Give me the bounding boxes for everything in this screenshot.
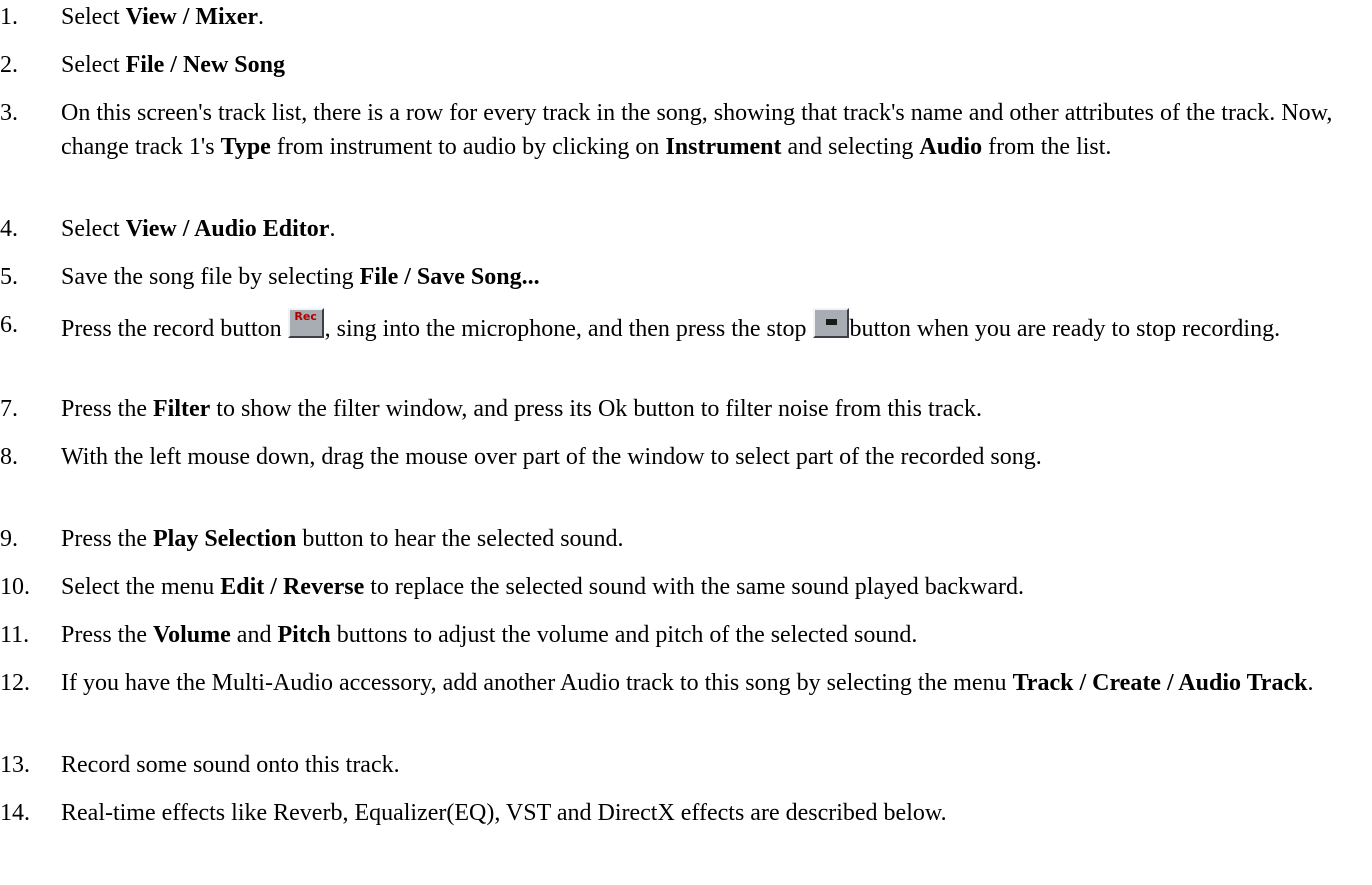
step-text-segment: buttons to adjust the volume and pitch o… [330, 622, 918, 648]
step-text-segment: Press the [61, 396, 153, 422]
step-text-segment: Select [61, 4, 126, 30]
bold-term: Edit / Reverse [220, 574, 365, 600]
step-text-segment: With the left mouse down, drag the mouse… [61, 444, 1042, 470]
bold-term: Instrument [665, 134, 782, 160]
bold-term: File / Save Song... [359, 264, 540, 290]
step-text: Select View / Mixer. [61, 0, 1366, 34]
step-text: Select the menu Edit / Reverse to replac… [61, 570, 1366, 604]
step-text-segment: to show the filter window, and press its… [210, 396, 982, 422]
step-text: Select View / Audio Editor. [61, 212, 1366, 246]
step-text-segment: and selecting [781, 134, 920, 160]
step-number: 7. [0, 396, 18, 422]
step-text-segment: . [1307, 670, 1314, 696]
step-text-segment: Real-time effects like Reverb, Equalizer… [61, 800, 947, 826]
step-text-segment: Record some sound onto this track. [61, 752, 400, 778]
step-text-segment: . [329, 216, 336, 242]
step-number: 4. [0, 216, 18, 242]
step-text: If you have the Multi-Audio accessory, a… [61, 666, 1366, 700]
record-button-icon: Rec [287, 308, 324, 338]
step-number: 8. [0, 444, 18, 470]
step-number: 9. [0, 526, 18, 552]
bold-term: File / New Song [125, 52, 285, 78]
bold-term: Play Selection [153, 526, 297, 552]
step-number: 14. [0, 800, 30, 826]
bold-term: Pitch [277, 622, 331, 648]
step-number: 5. [0, 264, 18, 290]
step-text: On this screen's track list, there is a … [61, 96, 1366, 164]
step-text-segment: from instrument to audio by clicking on [270, 134, 666, 160]
stop-square-icon [825, 319, 837, 325]
step-text-segment: Select [61, 216, 126, 242]
step-text-segment: and [230, 622, 278, 648]
step-number: 13. [0, 752, 30, 778]
step-text-segment: Press the [61, 526, 153, 552]
step-text-segment: If you have the Multi-Audio accessory, a… [61, 670, 1013, 696]
stop-button-icon [812, 308, 849, 338]
step-number: 12. [0, 670, 30, 696]
step-number: 10. [0, 574, 30, 600]
step-text: Save the song file by selecting File / S… [61, 260, 1366, 294]
step-text-segment: , sing into the microphone, and then pre… [324, 316, 813, 342]
step-number: 3. [0, 100, 18, 126]
bold-term: View / Mixer [125, 4, 259, 30]
bold-term: Filter [153, 396, 211, 422]
step-text-segment: Save the song file by selecting [61, 264, 360, 290]
step-number: 6. [0, 312, 18, 338]
step-text: Press the Volume and Pitch buttons to ad… [61, 618, 1366, 652]
record-button-label: Rec [294, 310, 317, 323]
bold-term: Audio [919, 134, 983, 160]
step-number: 2. [0, 52, 18, 78]
step-text: Real-time effects like Reverb, Equalizer… [61, 796, 1366, 830]
step-text-segment: Press the [61, 622, 153, 648]
step-text-segment: to replace the selected sound with the s… [364, 574, 1025, 600]
step-text-segment: Select the menu [61, 574, 221, 600]
bold-term: Track / Create / Audio Track [1012, 670, 1308, 696]
step-text: Press the Filter to show the filter wind… [61, 392, 1366, 426]
step-text-segment: from the list. [982, 134, 1112, 160]
bold-term: View / Audio Editor [125, 216, 330, 242]
step-number: 11. [0, 622, 30, 648]
bold-term: Type [220, 134, 271, 160]
step-text-segment: Press the record button [61, 316, 288, 342]
step-text-segment: Select [61, 52, 126, 78]
bold-term: Volume [153, 622, 231, 648]
step-text: Select File / New Song [61, 48, 1366, 82]
step-text-segment: button to hear the selected sound. [296, 526, 624, 552]
step-text-segment: . [258, 4, 265, 30]
step-text-segment: button when you are ready to stop record… [849, 316, 1281, 342]
step-text: With the left mouse down, drag the mouse… [61, 440, 1366, 474]
step-text: Press the record button Rec , sing into t… [61, 308, 1366, 346]
step-number: 1. [0, 4, 18, 30]
step-text: Record some sound onto this track. [61, 748, 1366, 782]
step-text: Press the Play Selection button to hear … [61, 522, 1366, 556]
